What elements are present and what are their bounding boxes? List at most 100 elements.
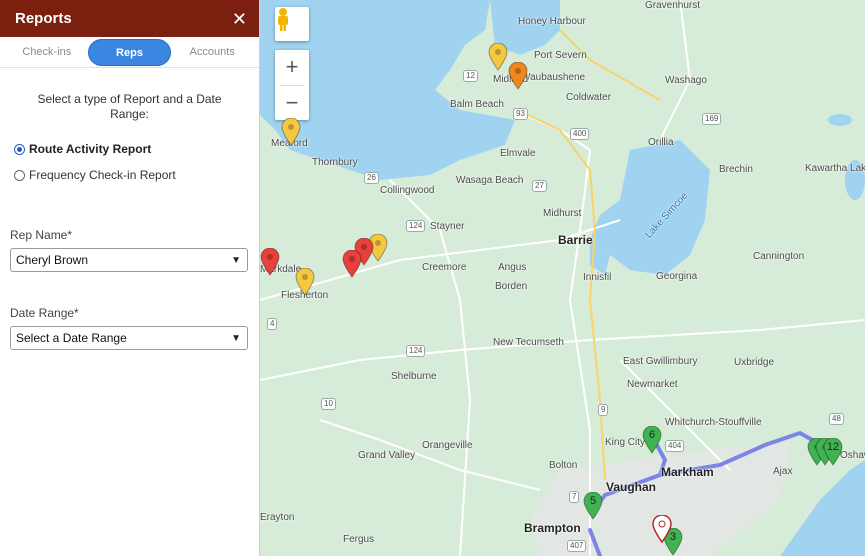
place-label: Grand Valley [358, 450, 416, 461]
zoom-out-button[interactable]: − [275, 85, 309, 120]
map-pin-icon [652, 515, 672, 543]
map-pin[interactable] [488, 43, 508, 71]
highway-shield: 26 [364, 172, 379, 184]
place-label: Newmarket [627, 379, 678, 390]
frequency-checkin-option[interactable]: Frequency Check-in Report [14, 166, 259, 184]
place-label: Cannington [753, 251, 805, 262]
map-pin-icon [281, 118, 301, 146]
map-pin[interactable] [508, 62, 528, 90]
zoom-controls: + − [275, 50, 309, 120]
map-pin-label: 6 [648, 429, 656, 441]
highway-shield: 10 [321, 398, 336, 410]
place-label: Ajax [773, 466, 793, 477]
map-pin-icon [488, 43, 508, 71]
place-label: Borden [495, 281, 528, 292]
lake-ontario [780, 460, 865, 556]
place-label: Brampton [524, 521, 581, 535]
map-pin-label: 12 [826, 441, 840, 453]
frequency-checkin-radio[interactable] [14, 169, 25, 181]
date-range-value: Select a Date Range [16, 331, 127, 345]
map-pin[interactable] [342, 250, 362, 278]
rep-name-value: Cheryl Brown [16, 253, 89, 267]
place-label: Georgina [656, 271, 698, 282]
place-label: Brechin [719, 164, 753, 175]
place-label: Orangeville [422, 440, 473, 451]
highway-shield: 407 [567, 540, 587, 552]
place-label: Stayner [430, 221, 465, 232]
highway-shield: 124 [406, 220, 426, 232]
place-label: Markham [661, 465, 714, 479]
place-label: King City [605, 437, 646, 448]
map-pin[interactable] [652, 515, 672, 543]
place-label: Creemore [422, 262, 467, 273]
place-label: Elmvale [500, 148, 536, 159]
tab-accounts[interactable]: Accounts [171, 39, 253, 66]
close-icon[interactable]: ✕ [232, 10, 247, 28]
place-label: Waubaushene [521, 72, 586, 83]
tab-check-ins[interactable]: Check-ins [6, 39, 88, 66]
route-activity-radio[interactable] [14, 143, 25, 155]
rep-name-select[interactable]: Cheryl Brown ▼ [10, 248, 248, 272]
place-label: Vaughan [606, 480, 657, 494]
highway-shield: 400 [570, 128, 590, 140]
place-label: Angus [498, 262, 527, 273]
place-label: Collingwood [380, 185, 435, 196]
chevron-down-icon: ▼ [231, 332, 241, 344]
place-label: Oshawa [840, 450, 865, 461]
place-label: Barrie [558, 233, 593, 247]
place-label: Fergus [343, 534, 375, 545]
panel-header: Reports ✕ [0, 0, 259, 37]
pegman-icon [278, 8, 288, 31]
map-pin-icon [295, 268, 315, 296]
map-pin[interactable] [281, 118, 301, 146]
map-pin-label: 5 [589, 495, 597, 507]
highway-shield: 27 [532, 180, 547, 192]
place-label: New Tecumseth [493, 337, 564, 348]
highway-shield: 404 [665, 440, 685, 452]
map-pin[interactable]: 5 [583, 492, 603, 520]
map-pin-icon [342, 250, 362, 278]
zoom-in-button[interactable]: + [275, 50, 309, 85]
place-label: Balm Beach [450, 99, 504, 110]
place-label: Innisfil [583, 272, 612, 283]
place-label: Port Severn [534, 50, 587, 61]
place-label: Erayton [260, 512, 295, 523]
route-activity-label: Route Activity Report [29, 142, 152, 156]
map-pin[interactable]: 12 [823, 438, 843, 466]
report-tabs: Check-ins Reps Accounts [0, 37, 259, 68]
date-range-label: Date Range* [10, 306, 79, 320]
route-activity-option[interactable]: Route Activity Report [14, 140, 259, 158]
place-label: Honey Harbour [518, 16, 586, 27]
reports-panel: Reports ✕ Check-ins Reps Accounts Select… [0, 0, 260, 556]
place-label: Thornbury [312, 157, 358, 168]
place-label: Kawartha Lakes [805, 163, 865, 174]
place-label: Wasaga Beach [456, 175, 524, 186]
highway-shield: 4 [267, 318, 278, 330]
highway-shield: 9 [598, 404, 609, 416]
street-view-pegman[interactable] [275, 7, 309, 41]
map-pin[interactable] [295, 268, 315, 296]
map-view[interactable]: + − Gravenhurst Honey Harbour Port Severn W… [260, 0, 865, 556]
place-label: Uxbridge [734, 357, 775, 368]
date-range-select[interactable]: Select a Date Range ▼ [10, 326, 248, 350]
map-pin[interactable] [260, 248, 280, 276]
place-label: Washago [665, 75, 707, 86]
rep-name-label: Rep Name* [10, 228, 73, 242]
place-label: East Gwillimbury [623, 356, 698, 367]
highway-shield: 169 [702, 113, 722, 125]
highway-shield: 93 [513, 108, 528, 120]
map-pin[interactable]: 6 [642, 426, 662, 454]
report-prompt: Select a type of Report and a Date Range… [37, 92, 222, 121]
panel-title: Reports [15, 10, 72, 27]
tab-reps[interactable]: Reps [87, 38, 172, 66]
place-label: Midhurst [543, 208, 582, 219]
place-label: Bolton [549, 460, 578, 471]
place-label: Whitchurch-Stouffville [665, 417, 762, 428]
highway-shield: 124 [406, 345, 426, 357]
chevron-down-icon: ▼ [231, 254, 241, 266]
place-label: Orillia [648, 137, 674, 148]
highway-shield: 7 [569, 491, 580, 503]
highway-shield: 48 [829, 413, 844, 425]
highway-shield: 12 [463, 70, 478, 82]
map-pin-icon [508, 62, 528, 90]
